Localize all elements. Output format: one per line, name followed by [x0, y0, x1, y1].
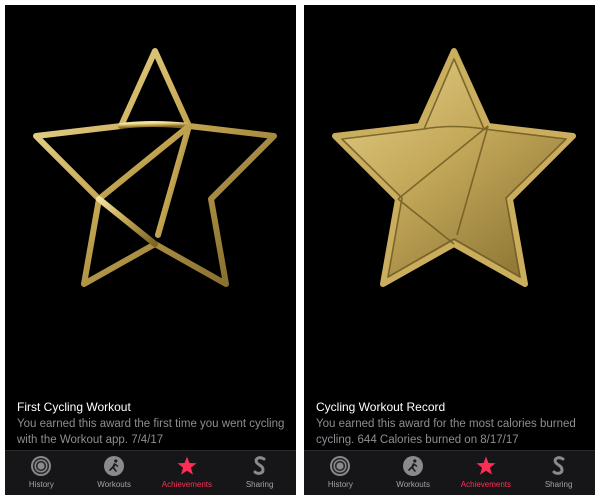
tab-achievements[interactable]: Achievements — [450, 451, 523, 495]
history-rings-icon — [330, 456, 351, 476]
workouts-runner-icon — [104, 456, 125, 476]
award-title: First Cycling Workout — [17, 400, 131, 414]
cycling-star-filled-badge — [332, 48, 576, 287]
achievements-star-icon — [476, 456, 496, 475]
tab-bar: History Workouts Achievements Sharing — [5, 450, 296, 495]
tab-label: Achievements — [460, 480, 511, 489]
history-rings-icon — [31, 456, 52, 476]
tab-label: Achievements — [161, 480, 212, 489]
achievements-star-icon — [177, 456, 197, 475]
sharing-icon — [253, 456, 266, 475]
tab-sharing[interactable]: Sharing — [522, 451, 595, 495]
tab-label: History — [327, 480, 353, 489]
award-title: Cycling Workout Record — [316, 400, 446, 414]
tab-bar: History Workouts Achievements Sharing — [304, 450, 595, 495]
tab-label: Workouts — [396, 480, 430, 489]
tab-history[interactable]: History — [304, 451, 377, 495]
tab-workouts[interactable]: Workouts — [78, 451, 151, 495]
award-description: You earned this award for the most calor… — [316, 418, 576, 446]
workouts-runner-icon — [403, 456, 424, 476]
tab-sharing[interactable]: Sharing — [223, 451, 296, 495]
achievement-screen-cycling-record: Cycling Workout Record You earned this a… — [304, 5, 595, 495]
tab-label: History — [28, 480, 54, 489]
tab-label: Sharing — [544, 480, 573, 489]
tab-history[interactable]: History — [5, 451, 78, 495]
tab-achievements[interactable]: Achievements — [151, 451, 224, 495]
cycling-star-outline-badge — [33, 48, 277, 287]
sharing-icon — [552, 456, 565, 475]
tab-label: Workouts — [97, 480, 131, 489]
tab-workouts[interactable]: Workouts — [377, 451, 450, 495]
achievement-screen-first-cycling: First Cycling Workout You earned this aw… — [5, 5, 296, 495]
tab-label: Sharing — [245, 480, 274, 489]
award-description: You earned this award the first time you… — [17, 418, 285, 446]
